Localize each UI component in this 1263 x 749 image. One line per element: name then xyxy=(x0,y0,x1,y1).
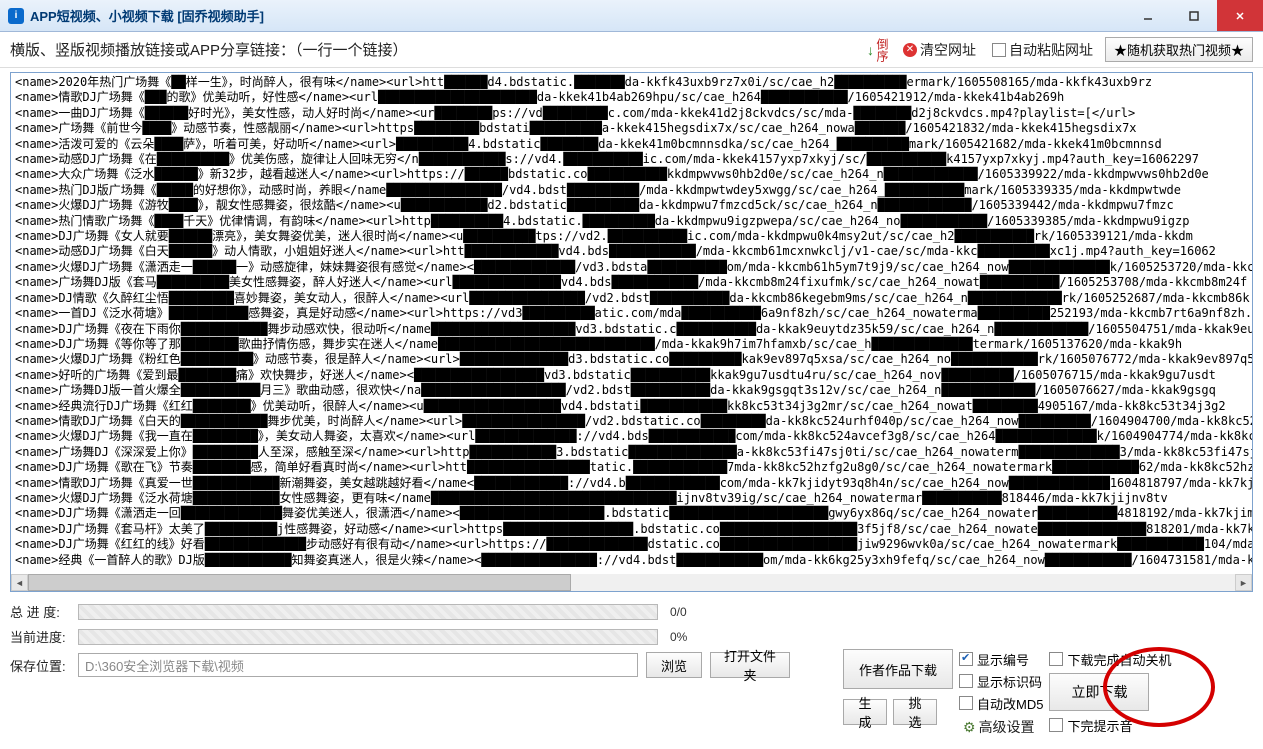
checkbox-icon xyxy=(959,674,973,688)
clear-icon: ✕ xyxy=(903,43,917,57)
checkbox-icon xyxy=(992,43,1006,57)
minimize-button[interactable] xyxy=(1125,0,1171,31)
scroll-thumb[interactable] xyxy=(28,574,571,591)
arrow-down-icon: ↓ xyxy=(867,42,874,58)
checkbox-icon xyxy=(1049,652,1063,666)
download-now-button[interactable]: 立即下载 xyxy=(1049,673,1149,711)
horizontal-scrollbar[interactable]: ◄ ► xyxy=(11,574,1252,591)
advanced-settings-button[interactable]: ⚙高级设置 xyxy=(959,715,1043,739)
scroll-left-arrow[interactable]: ◄ xyxy=(11,574,28,591)
save-path-label: 保存位置: xyxy=(10,656,70,675)
open-folder-button[interactable]: 打开文件夹 xyxy=(710,652,790,678)
finish-sound-checkbox[interactable]: 下完提示音 xyxy=(1049,715,1171,735)
sort-button[interactable]: ↓ 倒序 xyxy=(863,36,891,64)
save-path-input[interactable] xyxy=(78,653,638,677)
gear-icon: ⚙ xyxy=(963,719,976,736)
app-icon: i xyxy=(8,8,24,24)
total-progress-value: 0/0 xyxy=(670,605,687,619)
scroll-right-arrow[interactable]: ► xyxy=(1235,574,1252,591)
auto-paste-checkbox[interactable]: 自动粘贴网址 xyxy=(988,38,1097,62)
checkbox-checked-icon xyxy=(959,652,973,666)
auto-shutdown-checkbox[interactable]: 下载完成自动关机 xyxy=(1049,649,1171,669)
url-textarea[interactable]: <name>2020年热门广场舞《██样一生》，时尚醉人，很有味</name><… xyxy=(10,72,1253,592)
maximize-button[interactable] xyxy=(1171,0,1217,31)
current-progress-bar xyxy=(78,629,658,645)
random-hot-video-button[interactable]: ★随机获取热门视频★ xyxy=(1105,37,1253,62)
scroll-track[interactable] xyxy=(28,574,1235,591)
auto-md5-checkbox[interactable]: 自动改MD5 xyxy=(959,693,1043,713)
browse-button[interactable]: 浏览 xyxy=(646,652,702,678)
toolbar: 横版、竖版视频播放链接或APP分享链接：（一行一个链接） ↓ 倒序 ✕ 清空网址… xyxy=(0,32,1263,68)
filter-button[interactable]: 挑选 xyxy=(893,699,937,725)
current-progress-label: 当前进度: xyxy=(10,627,70,646)
input-label: 横版、竖版视频播放链接或APP分享链接：（一行一个链接） xyxy=(10,39,408,60)
checkbox-icon xyxy=(1049,718,1063,732)
total-progress-label: 总 进 度: xyxy=(10,602,70,621)
show-number-checkbox[interactable]: 显示编号 xyxy=(959,649,1043,669)
url-textarea-content[interactable]: <name>2020年热门广场舞《██样一生》，时尚醉人，很有味</name><… xyxy=(11,73,1252,574)
total-progress-bar xyxy=(78,604,658,620)
titlebar: i APP短视频、小视频下载 [固乔视频助手] xyxy=(0,0,1263,32)
close-button[interactable] xyxy=(1217,0,1263,31)
generate-button[interactable]: 生成 xyxy=(843,699,887,725)
show-tag-checkbox[interactable]: 显示标识码 xyxy=(959,671,1043,691)
clear-url-button[interactable]: ✕ 清空网址 xyxy=(899,38,980,62)
checkbox-icon xyxy=(959,696,973,710)
current-progress-value: 0% xyxy=(670,630,687,644)
author-works-button[interactable]: 作者作品下载 xyxy=(843,649,953,689)
window-title: APP短视频、小视频下载 [固乔视频助手] xyxy=(30,6,1125,25)
right-controls: 作者作品下载 生成 挑选 显示编号 显示标识码 自动改MD5 ⚙高级设置 下载完… xyxy=(843,649,1253,739)
